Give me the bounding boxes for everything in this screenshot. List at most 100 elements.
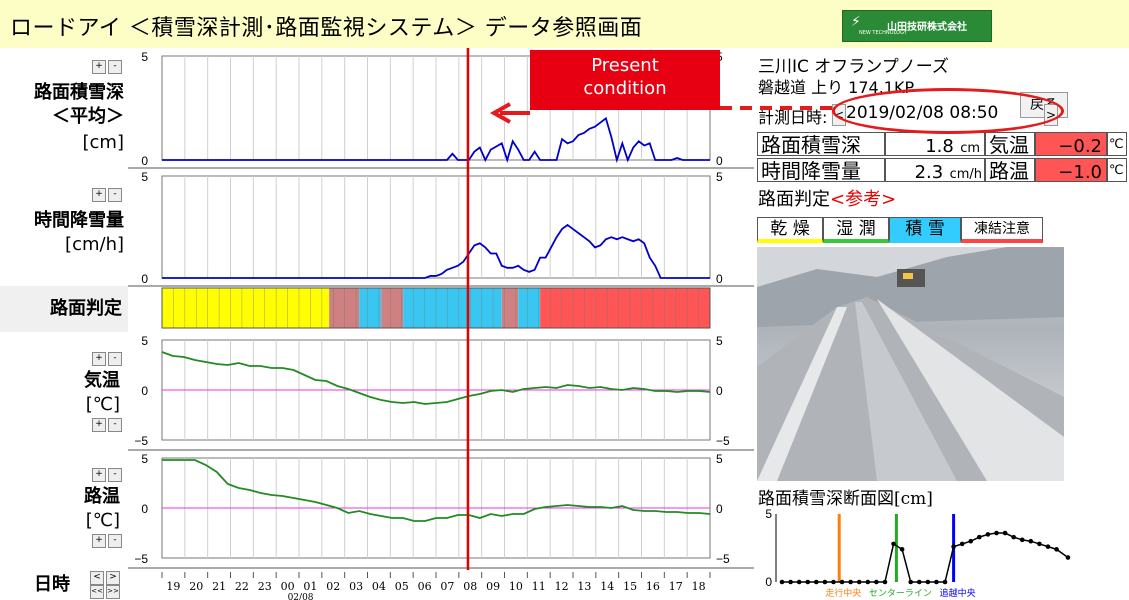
snow-depth-unit: [cm] [82, 132, 124, 153]
snow-depth-zoom: + - [92, 60, 122, 74]
road-temp-ytick-left: −5 [134, 552, 148, 566]
snowfall-ytick-right: 0 [716, 272, 723, 286]
title-bar: ロードアイ ＜積雪深計測･路面監視システム＞ データ参照画面 ⚡ 山田技研株式会… [0, 0, 1129, 48]
time-next-fast-button[interactable]: >> [106, 585, 120, 599]
time-tick-label: 15 [623, 580, 637, 593]
time-tick-label: 01 [303, 580, 317, 593]
surface-state-segment [329, 288, 360, 328]
zoom-in-button[interactable]: + [92, 468, 106, 482]
snow-depth-sublabel: ＜平均＞ [52, 106, 124, 127]
zoom-in-button[interactable]: + [92, 352, 106, 366]
surface-state-legend-item: 湿 潤 [823, 217, 889, 243]
chart-svg[interactable]: 00550055−5−50055−5−500551920212223000102… [128, 48, 754, 600]
surface-state-legend-item: 乾 燥 [757, 217, 823, 243]
time-tick-label: 19 [166, 580, 180, 593]
snowfall-ytick-left: 5 [141, 170, 148, 184]
time-prev-button[interactable]: < [90, 571, 104, 585]
road-temp-ytick-left: 5 [141, 452, 148, 466]
road-temp-label: 路温 [84, 486, 120, 507]
air-temp-value-cell: −0.2 [1035, 132, 1107, 157]
time-tick-label: 03 [349, 580, 363, 593]
cs-lane-label: 追越中央 [940, 587, 976, 599]
time-tick-label: 04 [372, 580, 386, 593]
camera-scene [757, 247, 1064, 481]
snow-depth-ytick-left: 0 [141, 154, 148, 168]
road-temp-value-cell: −1.0 [1035, 158, 1107, 183]
road-temp-value: −1.0 [1058, 162, 1102, 183]
cs-point [814, 579, 819, 585]
cs-series-line [782, 532, 1069, 583]
zoom-in-button[interactable]: + [92, 188, 106, 202]
cs-point [874, 579, 879, 585]
snow-depth-unit: cm [960, 141, 980, 156]
snowfall-unit: [cm/h] [65, 234, 124, 255]
app-root: ロードアイ ＜積雪深計測･路面監視システム＞ データ参照画面 ⚡ 山田技研株式会… [0, 0, 1129, 600]
snowfall-unit: cm/h [949, 167, 982, 182]
cs-point [1054, 547, 1059, 552]
surface-state-strip [161, 287, 711, 329]
snow-depth-ytick-left: 5 [141, 50, 148, 64]
cross-section-chart: 5 0 走行中央 センターライン 追越中央 [765, 508, 1071, 599]
datetime-highlight [832, 88, 1064, 134]
cs-point [779, 579, 785, 585]
cs-point [1065, 555, 1071, 560]
time-prev-fast-button[interactable]: << [90, 585, 104, 599]
zoom-out-button[interactable]: - [108, 352, 122, 366]
air-temp-zoom-top: + - [92, 352, 122, 366]
road-temp-zoom-bottom: + - [92, 534, 122, 548]
time-tick-label: 07 [440, 580, 454, 593]
air-temp-cell: 気温 [985, 132, 1035, 157]
zoom-out-button[interactable]: - [108, 468, 122, 482]
road-temp-cell: 路温 [985, 158, 1035, 183]
zoom-in-button[interactable]: + [92, 534, 106, 548]
time-nav-large: << >> [90, 585, 120, 599]
time-tick-label: 14 [600, 580, 614, 593]
time-tick-label: 09 [486, 580, 500, 593]
label-air-temp: + - 気温 [℃] + - [0, 332, 128, 451]
zoom-out-button[interactable]: - [108, 534, 122, 548]
snow-depth-value: 1.8 [925, 136, 954, 157]
cs-point [925, 579, 931, 585]
zoom-out-button[interactable]: - [108, 188, 122, 202]
zoom-out-button[interactable]: - [108, 418, 122, 432]
cs-point [1045, 544, 1051, 549]
zoom-in-button[interactable]: + [92, 418, 106, 432]
road-camera-image [757, 247, 1064, 481]
cs-point [796, 579, 802, 585]
time-axis: 19 20 21 22 23 00 01 02 03 04 05 06 07 08 09 10 11 12 13 14… [161, 572, 711, 600]
label-snowfall: + - 時間降雪量 [cm/h] [0, 168, 128, 287]
air-temp-value: −0.2 [1058, 136, 1102, 157]
cs-point [891, 541, 896, 547]
cs-point [977, 534, 982, 540]
snowplow-light [903, 273, 913, 279]
air-temp-zoom-bottom: + - [92, 418, 122, 432]
surface-state-legend-item: 凍結注意 [961, 217, 1043, 243]
label-surface-state: 路面判定 [0, 286, 128, 333]
surface-state-segment [162, 288, 330, 328]
cross-section-title: 路面積雪深断面図[cm] [758, 489, 933, 509]
cs-lane-label: センターライン [869, 588, 932, 599]
air-temp-unit: ℃ [1107, 132, 1127, 156]
cs-ytick: 0 [765, 575, 772, 589]
surface-state-segment [403, 288, 502, 328]
zoom-in-button[interactable]: + [92, 60, 106, 74]
zoom-out-button[interactable]: - [108, 60, 122, 74]
time-next-button[interactable]: > [106, 571, 120, 585]
time-tick-label: 10 [509, 580, 523, 593]
time-tick-label: 05 [395, 580, 409, 593]
chart-area: 00550055−5−50055−5−500551920212223000102… [128, 48, 754, 600]
cs-point [1002, 530, 1008, 536]
cs-point [1011, 534, 1016, 540]
cs-point [934, 579, 939, 585]
label-datetime: 日時 < > << >> [0, 568, 128, 600]
cs-point [788, 579, 793, 585]
cs-point [822, 579, 828, 585]
snowfall-cell: 時間降雪量 [757, 158, 885, 183]
snow-depth-cell: 路面積雪深 [757, 132, 885, 157]
snowfall-value: 2.3 [914, 162, 944, 183]
cs-point [856, 579, 862, 585]
cs-point [882, 579, 888, 585]
cs-point [848, 579, 853, 585]
snowfall-ytick-right: 5 [716, 170, 723, 184]
air-temp-ytick-left: 5 [141, 334, 148, 348]
